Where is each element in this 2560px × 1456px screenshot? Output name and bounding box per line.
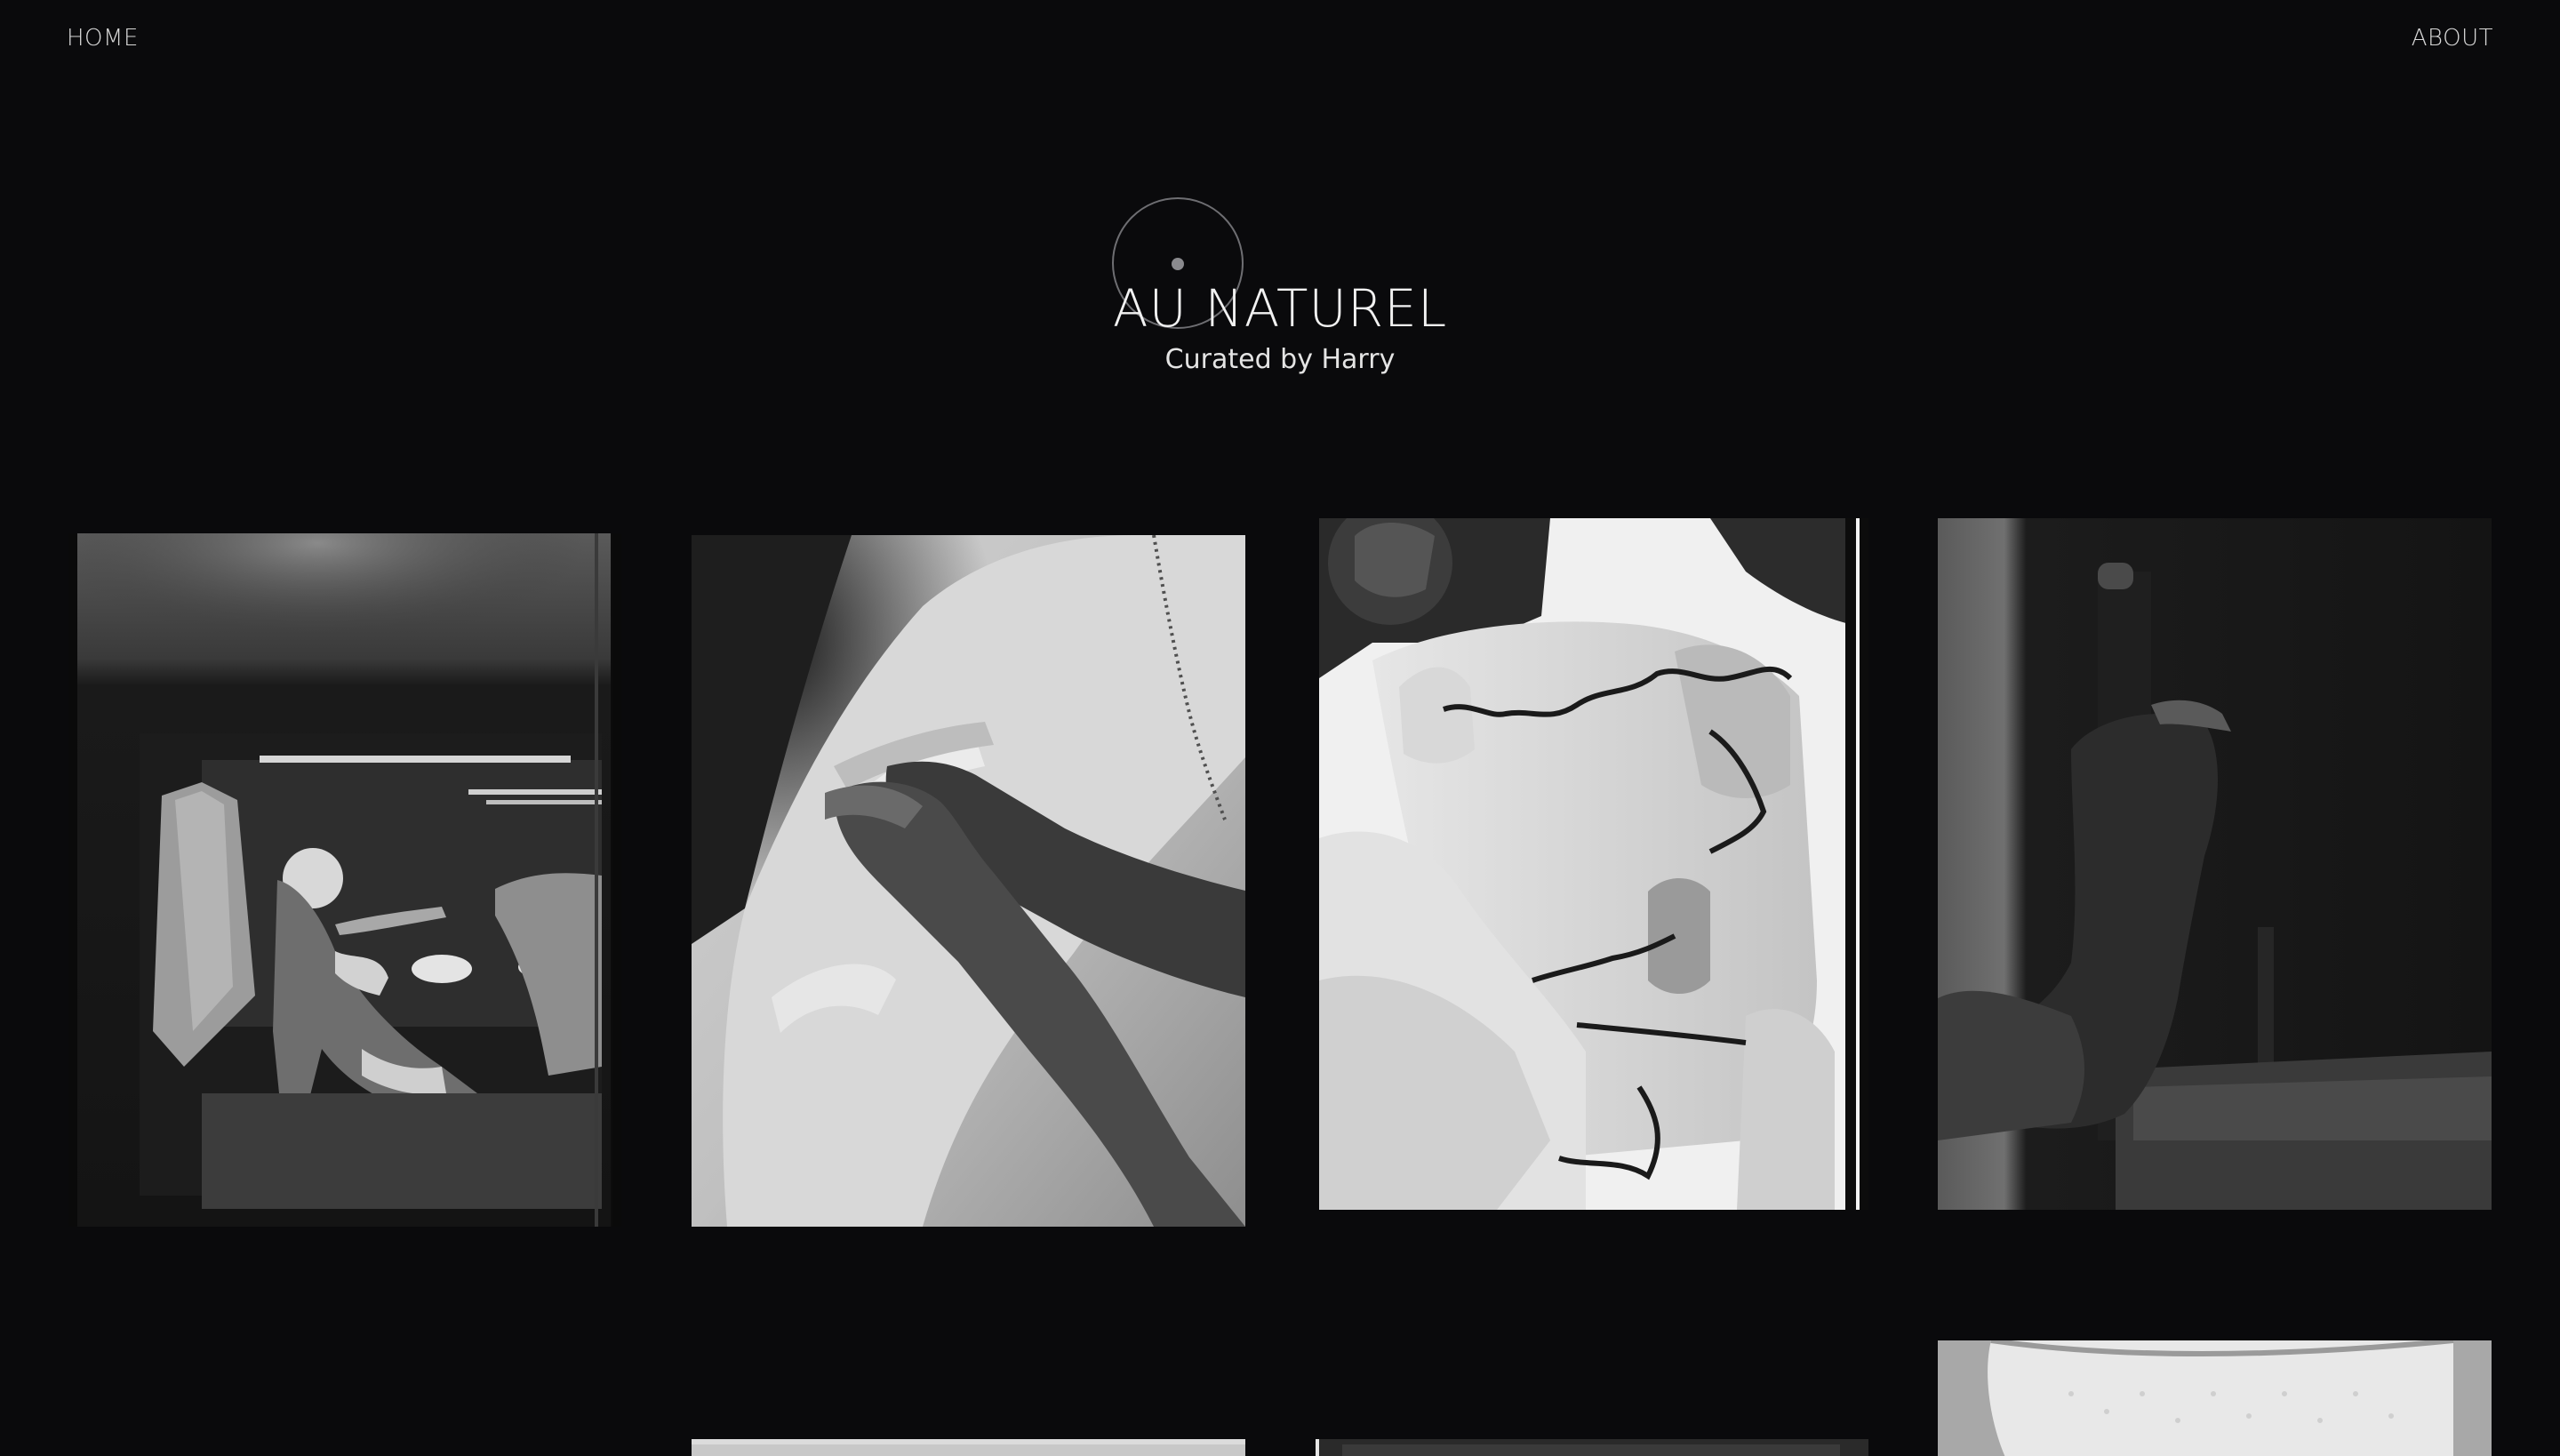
gallery-photo-bathroom[interactable] xyxy=(68,533,621,1227)
page-subtitle: Curated by Harry xyxy=(1164,344,1396,375)
gallery-photo-painted[interactable] xyxy=(1319,518,1868,1210)
cursor-dot-icon xyxy=(1172,258,1184,270)
photo-row2-col2-icon xyxy=(692,1439,1245,1456)
photo-bathroom-mirror-icon xyxy=(68,533,621,1227)
gallery-photo-row2-2[interactable] xyxy=(692,1439,1245,1456)
nav-about-link[interactable]: ABOUT xyxy=(2412,25,2493,52)
gallery-photo-row2-3[interactable] xyxy=(1316,1439,1868,1456)
hero-header: AU NATUREL Curated by Harry xyxy=(0,187,2560,391)
photo-knee-shadow-icon xyxy=(1938,518,2492,1210)
gallery-photo-shadow[interactable] xyxy=(1938,518,2492,1210)
gallery-photo-hands[interactable] xyxy=(692,535,1245,1227)
photo-row2-col4-icon xyxy=(1938,1340,2492,1456)
photo-painted-lines-body-icon xyxy=(1319,518,1868,1210)
nav-home-link[interactable]: HOME xyxy=(67,25,139,52)
photo-row2-col3-icon xyxy=(1316,1439,1868,1456)
gallery-page: HOME ABOUT AU NATUREL Curated by Harry xyxy=(0,0,2560,1456)
page-title: AU NATUREL xyxy=(1112,278,1448,339)
gallery-photo-row2-4[interactable] xyxy=(1938,1340,2492,1456)
photo-hands-on-sheet-icon xyxy=(692,535,1245,1227)
